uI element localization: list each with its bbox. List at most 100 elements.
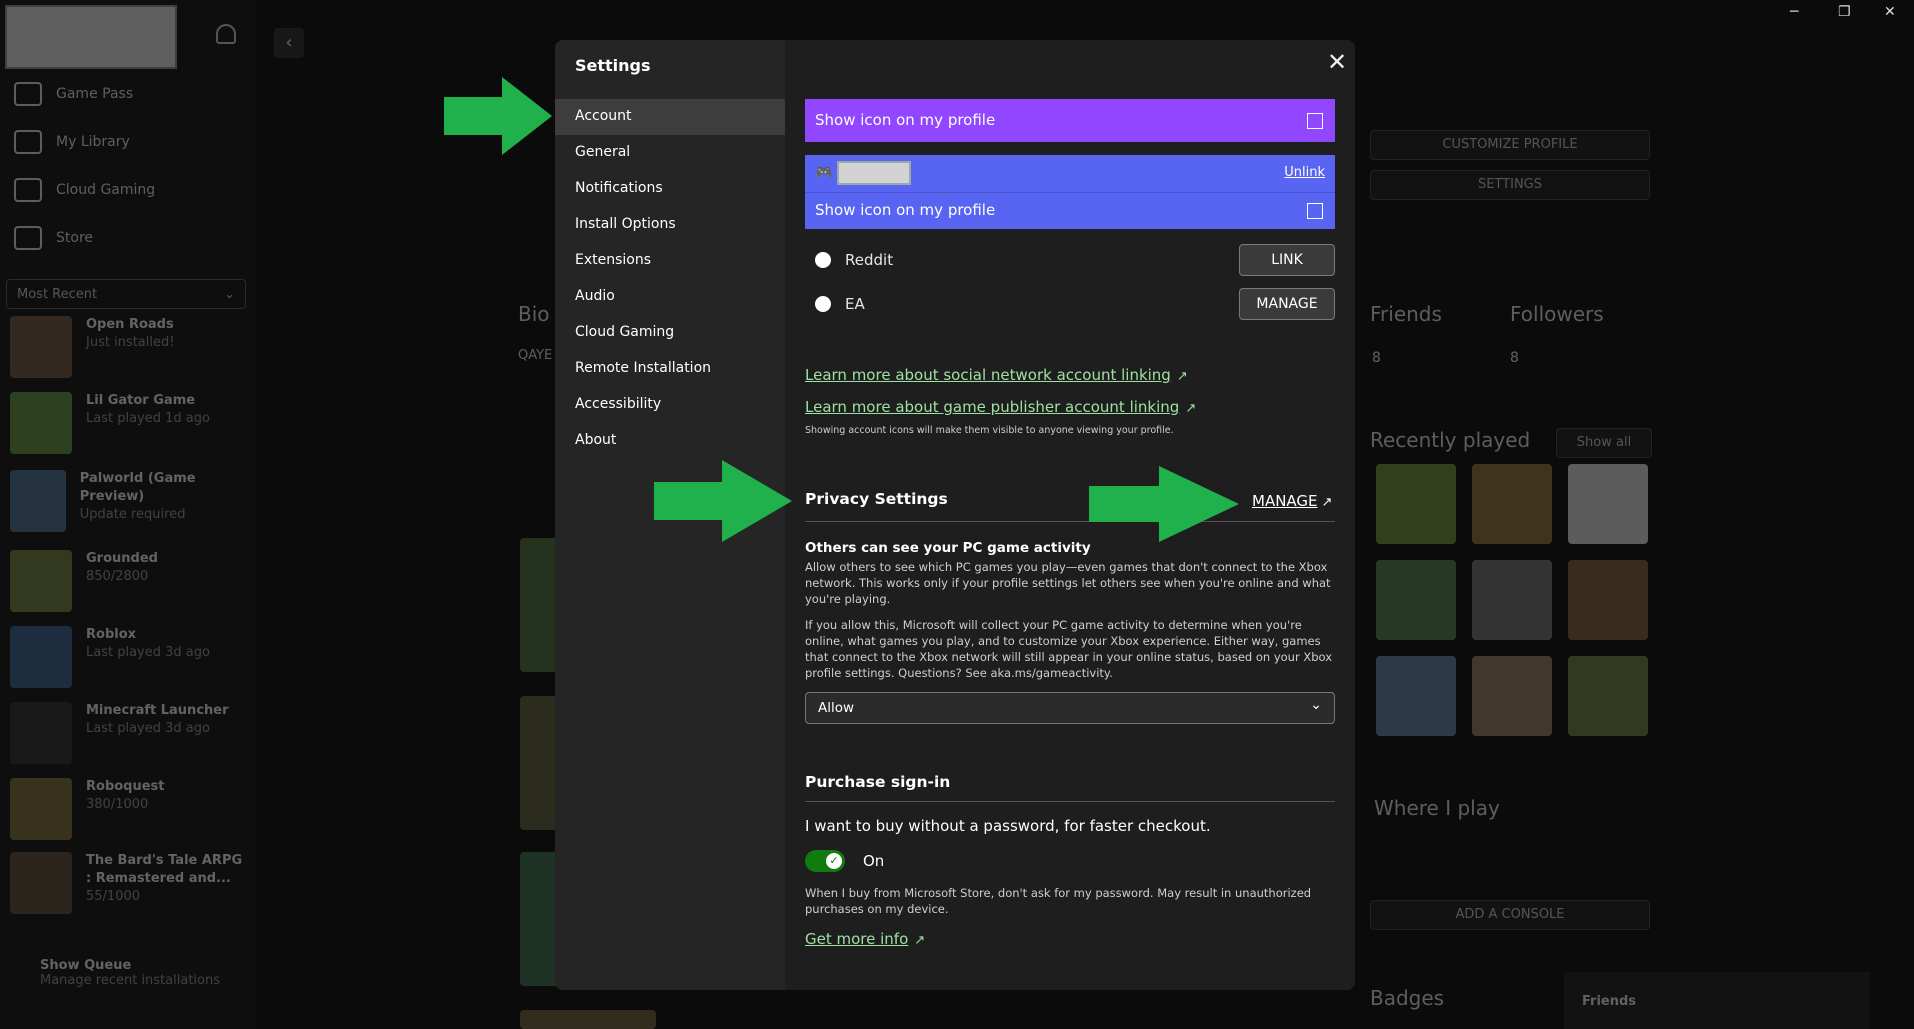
learn-social-link[interactable]: Learn more about social network account … — [805, 365, 1188, 384]
menu-item-audio[interactable]: Audio — [555, 279, 785, 315]
close-icon[interactable]: ✕ — [1323, 48, 1351, 76]
discord-show-icon-checkbox[interactable] — [1307, 203, 1323, 219]
nav-store[interactable]: Store — [14, 218, 93, 258]
recently-played-title: Recently played — [1370, 428, 1531, 452]
purchase-signin-title: Purchase sign-in — [805, 773, 951, 791]
game-thumbnail — [10, 316, 72, 378]
discord-icon: 🎮 — [815, 165, 833, 181]
recent-games-grid — [1376, 464, 1648, 736]
list-item[interactable]: Palworld (Game Preview) Update required — [10, 470, 246, 536]
menu-item-account[interactable]: Account — [555, 99, 785, 135]
privacy-settings-title: Privacy Settings — [805, 490, 948, 508]
recent-game-tile[interactable] — [1376, 464, 1456, 544]
menu-item-about[interactable]: About — [555, 423, 785, 459]
chevron-down-icon: ⌄ — [224, 287, 235, 302]
learn-publisher-link[interactable]: Learn more about game publisher account … — [805, 397, 1196, 416]
profile-actions: CUSTOMIZE PROFILE SETTINGS — [1370, 130, 1650, 200]
bell-icon[interactable] — [216, 24, 236, 44]
purchase-toggle[interactable]: ✓ — [805, 850, 845, 872]
customize-profile-button[interactable]: CUSTOMIZE PROFILE — [1370, 130, 1650, 160]
store-icon — [14, 226, 42, 250]
recent-game-tile[interactable] — [1568, 560, 1648, 640]
game-thumbnail — [10, 778, 72, 840]
divider — [805, 801, 1335, 802]
recent-game-tile[interactable] — [1376, 560, 1456, 640]
settings-button[interactable]: SETTINGS — [1370, 170, 1650, 200]
recent-game-tile[interactable] — [1472, 656, 1552, 736]
bio-text: QAYE — [518, 348, 553, 363]
get-more-info-link[interactable]: Get more info ↗ — [805, 929, 925, 948]
settings-title: Settings — [575, 56, 651, 75]
show-queue-button[interactable]: Show Queue Manage recent installations — [40, 958, 220, 988]
badges-title: Badges — [1370, 986, 1445, 1010]
arrow-shape — [444, 77, 552, 155]
menu-item-remote-installation[interactable]: Remote Installation — [555, 351, 785, 387]
reddit-icon — [815, 252, 831, 268]
friends-panel[interactable]: Friends — [1564, 972, 1870, 1029]
nav-my-library[interactable]: My Library — [14, 122, 130, 162]
icons-note: Showing account icons will make them vis… — [805, 425, 1174, 436]
activity-title: Others can see your PC game activity — [805, 540, 1091, 556]
window-close-icon[interactable]: ✕ — [1884, 4, 1896, 20]
check-icon: ✓ — [826, 853, 842, 869]
back-button[interactable]: ‹ — [274, 28, 304, 58]
privacy-manage-link[interactable]: MANAGE ↗ — [1252, 492, 1332, 510]
list-item[interactable]: Open Roads Just installed! — [10, 316, 246, 382]
recent-game-tile[interactable] — [1472, 464, 1552, 544]
twitch-show-icon-checkbox[interactable] — [1307, 113, 1323, 129]
sort-dropdown[interactable]: Most Recent ⌄ — [6, 279, 246, 309]
discord-banner: 🎮 Unlink Show icon on my profile — [805, 155, 1335, 229]
list-item[interactable]: Lil Gator Game Last played 1d ago — [10, 392, 246, 458]
restore-icon[interactable]: ❐ — [1838, 4, 1851, 20]
divider — [805, 192, 1335, 193]
list-item[interactable]: Grounded 850/2800 — [10, 550, 246, 616]
where-i-play-title: Where I play — [1374, 796, 1500, 820]
reddit-link-button[interactable]: LINK — [1239, 244, 1335, 276]
ea-row: EA MANAGE — [805, 287, 1335, 321]
arrow-shape — [654, 460, 792, 542]
nav-game-pass[interactable]: Game Pass — [14, 74, 133, 114]
sidebar: Game Pass My Library Cloud Gaming Store … — [0, 0, 256, 1029]
library-icon — [14, 130, 42, 154]
recent-game-tile[interactable] — [1472, 560, 1552, 640]
friends-count[interactable]: 8 — [1372, 350, 1381, 366]
menu-item-notifications[interactable]: Notifications — [555, 171, 785, 207]
add-console-button[interactable]: ADD A CONSOLE — [1370, 900, 1650, 930]
nav-cloud-gaming[interactable]: Cloud Gaming — [14, 170, 155, 210]
background-card — [520, 696, 560, 830]
avatar[interactable] — [5, 5, 177, 69]
activity-dropdown[interactable]: Allow ⌄ — [805, 692, 1335, 724]
menu-item-accessibility[interactable]: Accessibility — [555, 387, 785, 423]
bio-label: Bio — [518, 302, 550, 326]
background-card — [520, 538, 560, 672]
list-item[interactable]: Minecraft Launcher Last played 3d ago — [10, 702, 246, 768]
menu-item-install-options[interactable]: Install Options — [555, 207, 785, 243]
followers-label: Followers — [1510, 302, 1604, 326]
annotation-arrow — [654, 460, 792, 542]
activity-description: Allow others to see which PC games you p… — [805, 560, 1331, 606]
list-item[interactable]: Roblox Last played 3d ago — [10, 626, 246, 692]
ea-icon — [815, 296, 831, 312]
ea-manage-button[interactable]: MANAGE — [1239, 288, 1335, 320]
game-thumbnail — [10, 550, 72, 612]
recent-game-tile[interactable] — [1568, 464, 1648, 544]
followers-count[interactable]: 8 — [1510, 350, 1519, 366]
external-link-icon: ↗ — [1185, 401, 1197, 416]
menu-item-cloud-gaming[interactable]: Cloud Gaming — [555, 315, 785, 351]
reddit-row: Reddit LINK — [805, 243, 1335, 277]
background-card — [520, 1010, 656, 1029]
toggle-label: On — [863, 852, 885, 870]
show-all-button[interactable]: Show all — [1556, 428, 1652, 458]
menu-item-general[interactable]: General — [555, 135, 785, 171]
list-item[interactable]: The Bard's Tale ARPG : Remastered and...… — [10, 852, 246, 932]
chevron-down-icon: ⌄ — [1310, 697, 1322, 713]
recent-game-tile[interactable] — [1568, 656, 1648, 736]
list-item[interactable]: Roboquest 380/1000 — [10, 778, 246, 844]
game-thumbnail — [10, 470, 66, 532]
discord-unlink-link[interactable]: Unlink — [1284, 165, 1325, 180]
discord-username-redacted — [837, 161, 911, 185]
minimize-icon[interactable]: ─ — [1790, 4, 1798, 20]
home-icon — [14, 82, 42, 106]
menu-item-extensions[interactable]: Extensions — [555, 243, 785, 279]
recent-game-tile[interactable] — [1376, 656, 1456, 736]
